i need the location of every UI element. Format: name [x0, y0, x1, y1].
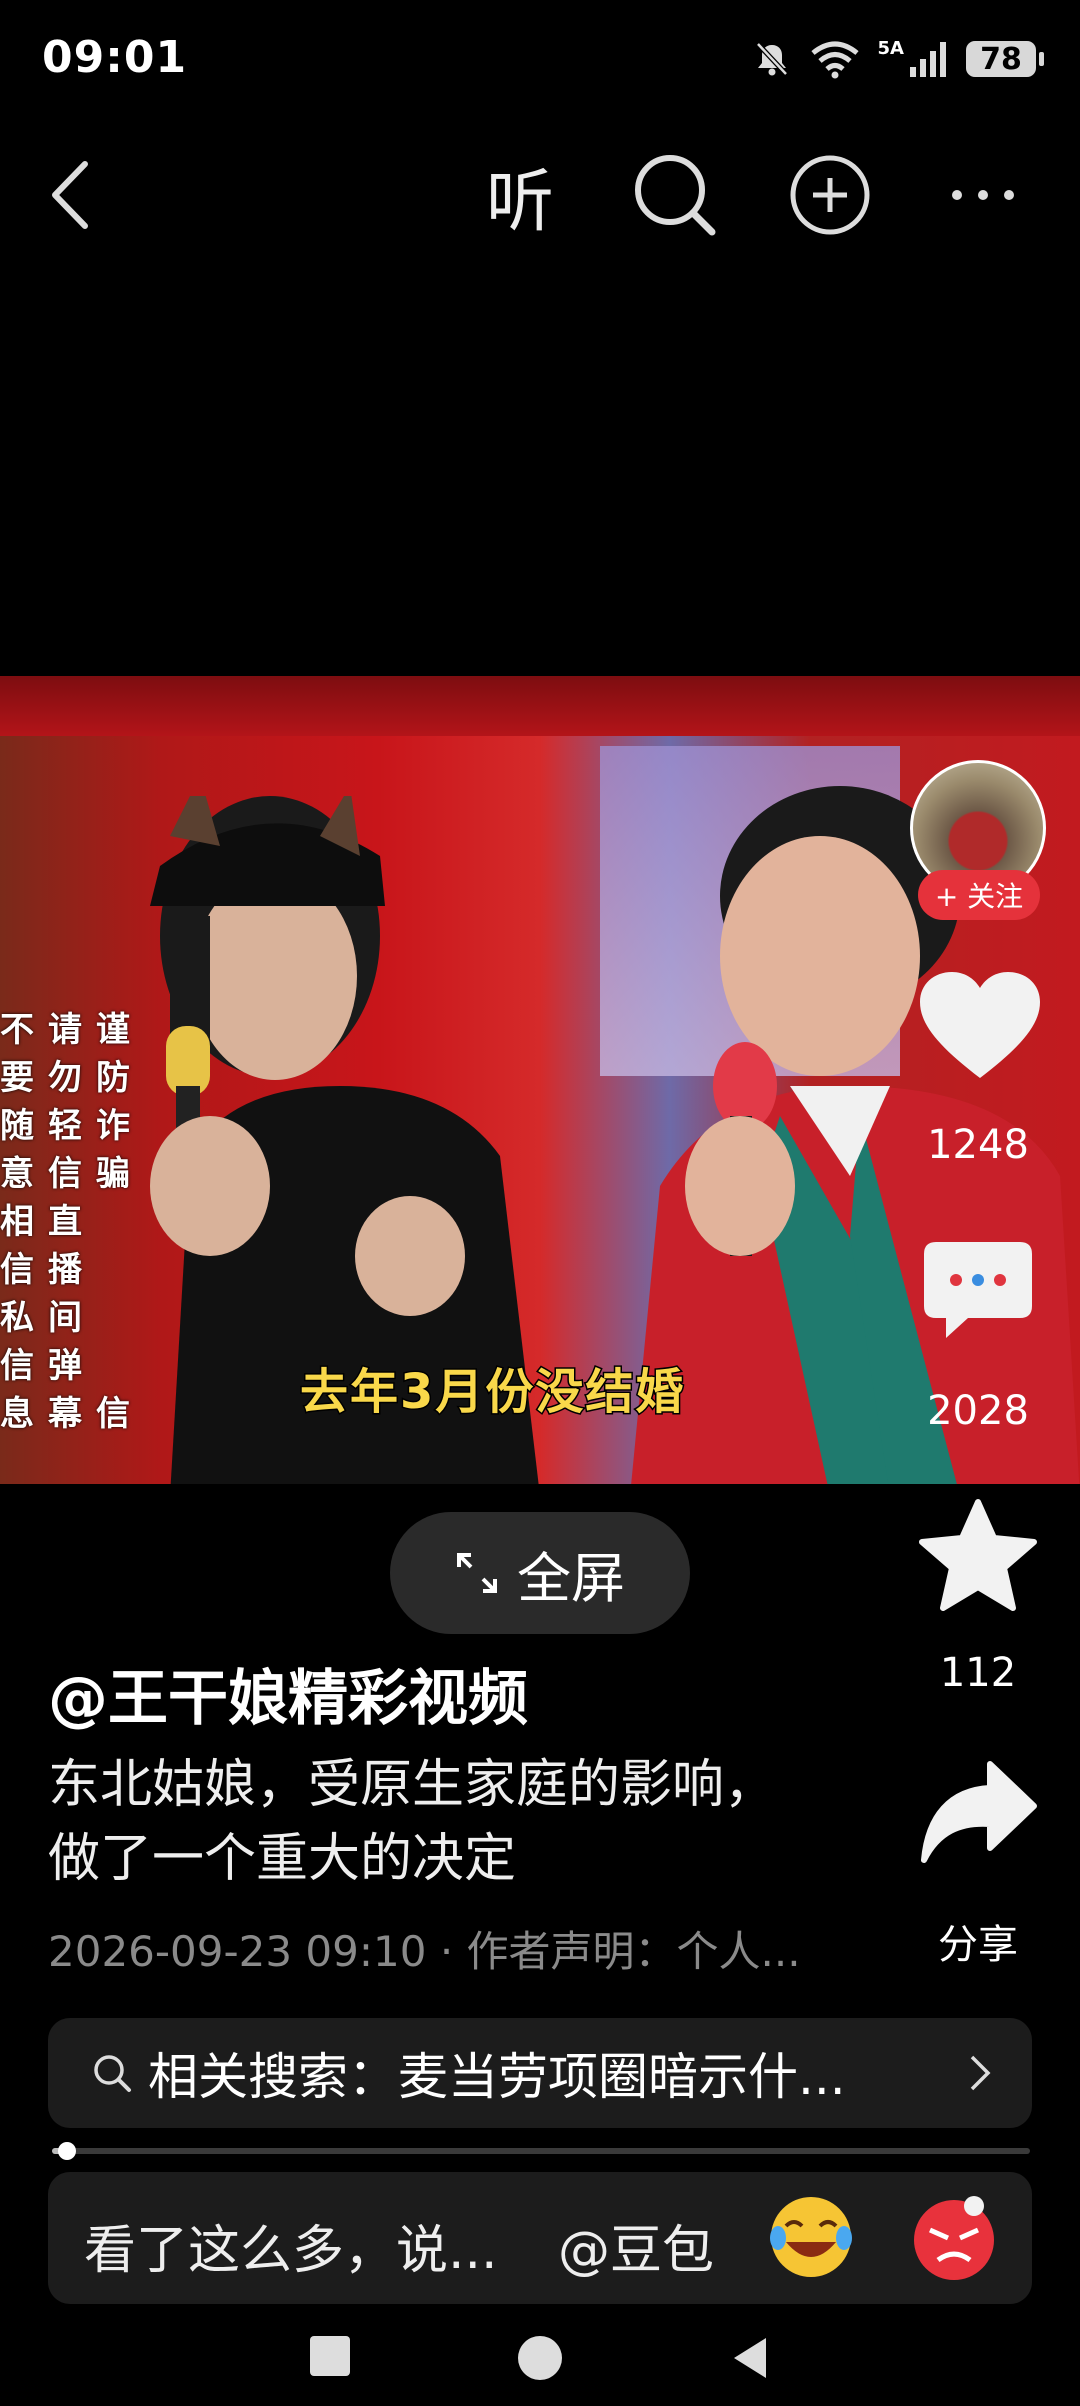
search-button[interactable] — [630, 150, 720, 240]
expand-icon — [457, 1553, 497, 1593]
plus-circle-icon — [790, 155, 870, 235]
anti-fraud-warning: 不请谨 要勿防 随轻诈 意信骗 相直 信播 私间 信弹 息幕信 — [0, 1010, 130, 1434]
search-icon — [94, 2055, 131, 2092]
heart-icon[interactable] — [918, 970, 1042, 1082]
related-search-text: 相关搜索：麦当劳项圈暗示什... — [148, 2048, 846, 2106]
search-icon — [635, 155, 716, 236]
status-time: 09:01 — [42, 32, 188, 83]
network-type-label: 5A — [877, 37, 904, 59]
curtain-valance — [0, 676, 1080, 736]
post-caption[interactable]: 东北姑娘，受原生家庭的影响， 做了一个重大的决定 — [48, 1748, 868, 1896]
recents-button[interactable] — [310, 2336, 350, 2376]
angry-emoji-icon[interactable] — [910, 2194, 998, 2282]
laughing-emoji-icon[interactable] — [768, 2194, 854, 2280]
video-progress-bar[interactable] — [52, 2148, 1030, 2154]
back-arrow-icon — [52, 161, 88, 229]
fullscreen-button[interactable]: 全屏 — [390, 1512, 690, 1634]
fullscreen-label: 全屏 — [517, 1546, 625, 1610]
progress-handle[interactable] — [58, 2142, 76, 2160]
share-label[interactable]: 分享 — [888, 1912, 1068, 1970]
listen-button[interactable]: 听 — [478, 150, 562, 242]
comment-count: 2028 — [927, 1388, 1029, 1434]
video-subtitle: 去年3月份没结婚 — [298, 1363, 686, 1422]
status-icons: 5A 78 — [752, 34, 1044, 84]
caption-line: 东北姑娘，受原生家庭的影响， — [48, 1755, 777, 1815]
share-arrow-icon[interactable] — [920, 1760, 1038, 1870]
home-button[interactable] — [518, 2336, 562, 2380]
wifi-icon — [810, 41, 859, 79]
add-button[interactable] — [788, 150, 872, 240]
comment-input[interactable]: 看了这么多，说... — [84, 2208, 498, 2283]
post-meta[interactable]: 2026-09-23 09:10 · 作者声明：个人... — [48, 1918, 801, 1979]
star-icon[interactable] — [918, 1498, 1038, 1614]
caption-line: 做了一个重大的决定 — [48, 1829, 517, 1889]
signal-icon — [910, 42, 946, 77]
comment-icon[interactable] — [922, 1240, 1034, 1340]
more-dots-icon — [952, 190, 1014, 200]
battery-indicator: 78 — [966, 41, 1044, 77]
comment-input-bar[interactable]: 看了这么多，说... @豆包 — [48, 2172, 1032, 2304]
mute-icon — [755, 42, 788, 76]
related-search-bar[interactable]: 相关搜索：麦当劳项圈暗示什... — [48, 2018, 1032, 2128]
favorite-count: 112 — [939, 1650, 1017, 1696]
back-button[interactable] — [40, 150, 100, 240]
like-count: 1248 — [927, 1122, 1029, 1168]
more-button[interactable] — [946, 150, 1020, 240]
chevron-right-icon — [970, 2055, 991, 2091]
author-name[interactable]: @王干娘精彩视频 — [48, 1650, 528, 1737]
follow-button[interactable]: + 关注 — [918, 870, 1040, 920]
back-triangle-icon[interactable] — [730, 2336, 770, 2380]
mention-doubao[interactable]: @豆包 — [558, 2208, 714, 2283]
